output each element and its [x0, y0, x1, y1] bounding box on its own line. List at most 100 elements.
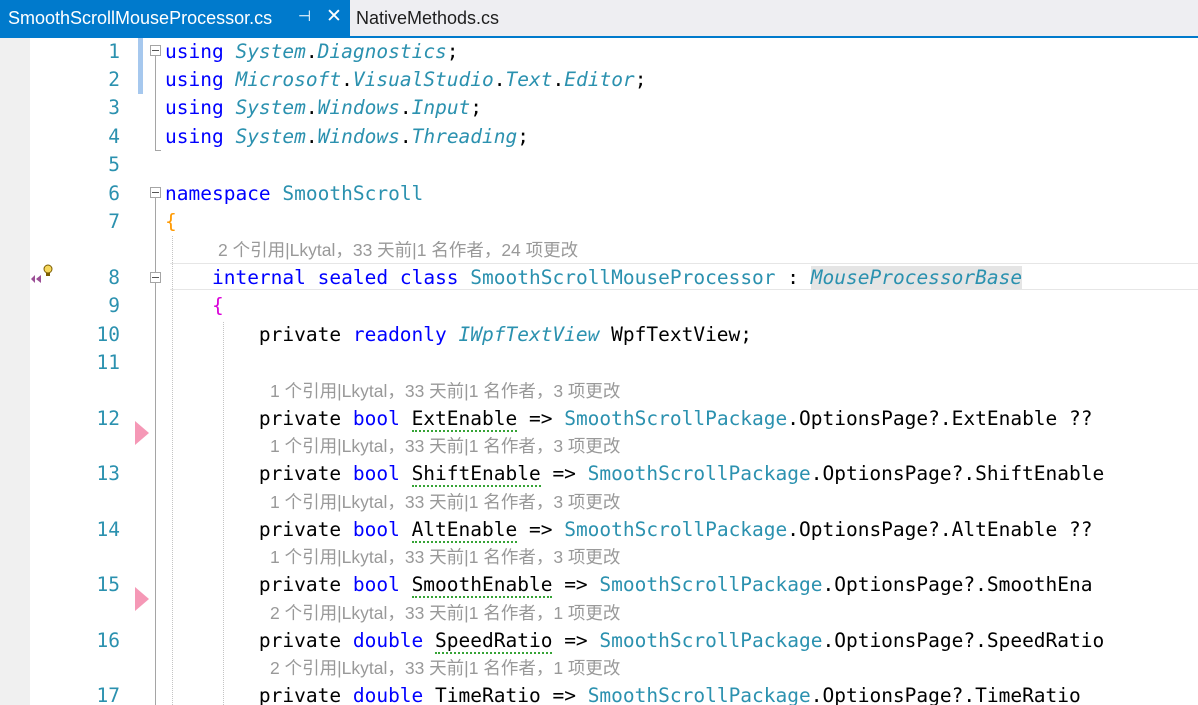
code-line[interactable]: 17 private double TimeRatio => SmoothScr…: [0, 682, 1198, 705]
code-text[interactable]: namespace SmoothScroll: [165, 180, 423, 208]
code-token: private: [165, 518, 353, 541]
code-text[interactable]: private bool ShiftEnable => SmoothScroll…: [165, 460, 1104, 488]
code-line[interactable]: 14 private bool AltEnable => SmoothScrol…: [0, 516, 1198, 544]
tab-label: NativeMethods.cs: [356, 7, 500, 28]
code-token: Input: [411, 96, 471, 119]
line-number: 4: [108, 125, 120, 148]
code-token: ;: [446, 40, 459, 63]
code-token: System: [235, 125, 306, 148]
code-text[interactable]: {: [165, 208, 177, 236]
code-editor[interactable]: 2 个引用|Lkytal，33 天前|1 名作者，24 项更改 1 个引用|Lk…: [0, 38, 1198, 705]
code-token: .: [305, 40, 318, 63]
code-token: using: [165, 96, 224, 119]
code-token: bool: [352, 462, 400, 485]
codelens-line16[interactable]: 2 个引用|Lkytal，33 天前|1 名作者，1 项更改: [270, 599, 620, 627]
code-token: Threading: [411, 125, 518, 148]
code-line[interactable]: 2 using Microsoft.VisualStudio.Text.Edito…: [0, 66, 1198, 94]
code-line[interactable]: 12 private bool ExtEnable => SmoothScrol…: [0, 405, 1198, 433]
code-token: =>: [552, 629, 600, 652]
code-text[interactable]: using System.Diagnostics;: [165, 38, 459, 66]
code-token: ;: [634, 68, 647, 91]
code-token: internal: [211, 266, 306, 289]
tab-smoothscrollmouseprocessor[interactable]: SmoothScrollMouseProcessor.cs ⊣ ✕: [0, 0, 350, 36]
code-token: private: [165, 407, 353, 430]
code-token: private: [165, 629, 353, 652]
line-number: 16: [96, 629, 120, 652]
code-token: double: [352, 684, 424, 705]
code-token: .OptionsPage?.ExtEnable ??: [787, 407, 1093, 430]
code-line[interactable]: 11: [0, 349, 1198, 377]
code-token: private: [165, 684, 353, 705]
code-text[interactable]: private bool ExtEnable => SmoothScrollPa…: [165, 405, 1093, 433]
codelens-line12[interactable]: 1 个引用|Lkytal，33 天前|1 名作者，3 项更改: [270, 377, 620, 405]
line-number: 10: [96, 323, 120, 346]
code-text[interactable]: using System.Windows.Threading;: [165, 123, 529, 151]
pin-icon[interactable]: ⊣: [298, 7, 311, 25]
code-token: private: [165, 573, 353, 596]
code-line[interactable]: 4 using System.Windows.Threading;: [0, 123, 1198, 151]
code-token: SmoothScrollPackage: [599, 629, 823, 652]
code-line[interactable]: 15 private bool SmoothEnable => SmoothSc…: [0, 571, 1198, 599]
code-token: Windows: [317, 96, 400, 119]
code-text[interactable]: private readonly IWpfTextView WpfTextVie…: [165, 321, 752, 349]
codelens-line14[interactable]: 1 个引用|Lkytal，33 天前|1 名作者，3 项更改: [270, 488, 620, 516]
code-line[interactable]: 13 private bool ShiftEnable => SmoothScr…: [0, 460, 1198, 488]
code-token: VisualStudio: [352, 68, 494, 91]
code-token: ShiftEnable: [411, 462, 541, 487]
code-token: =>: [517, 407, 565, 430]
code-token: readonly: [352, 323, 447, 346]
close-icon[interactable]: ✕: [326, 5, 342, 28]
line-number: 12: [96, 407, 120, 430]
code-text[interactable]: {: [165, 292, 224, 320]
codelens-line13[interactable]: 1 个引用|Lkytal，33 天前|1 名作者，3 项更改: [270, 432, 620, 460]
tab-nativemethods[interactable]: NativeMethods.cs: [352, 0, 520, 36]
code-line[interactable]: 5: [0, 151, 1198, 179]
code-token: {: [211, 294, 224, 317]
code-token: TimeRatio: [435, 684, 541, 705]
code-token: Windows: [317, 125, 400, 148]
code-line[interactable]: 7{: [0, 208, 1198, 236]
code-line[interactable]: 1 using System.Diagnostics;: [0, 38, 1198, 66]
code-token: Text: [505, 68, 553, 91]
code-text[interactable]: using System.Windows.Input;: [165, 94, 482, 122]
code-token: System: [235, 96, 306, 119]
code-text[interactable]: internal sealed class SmoothScrollMouseP…: [165, 264, 1023, 292]
code-token: IWpfTextView: [458, 323, 600, 346]
line-number: 5: [108, 153, 120, 176]
code-line[interactable]: 10 private readonly IWpfTextView WpfText…: [0, 321, 1198, 349]
codelens-line17[interactable]: 2 个引用|Lkytal，33 天前|1 名作者，1 项更改: [270, 654, 620, 682]
code-token: MouseProcessorBase: [810, 266, 1023, 289]
code-text[interactable]: using Microsoft.VisualStudio.Text.Editor…: [165, 66, 646, 94]
codelens-line15[interactable]: 1 个引用|Lkytal，33 天前|1 名作者，3 项更改: [270, 543, 620, 571]
codelens-class[interactable]: 2 个引用|Lkytal，33 天前|1 名作者，24 项更改: [218, 236, 578, 264]
code-token: =>: [517, 518, 565, 541]
code-token: bool: [352, 407, 400, 430]
code-text[interactable]: private bool AltEnable => SmoothScrollPa…: [165, 516, 1093, 544]
code-line[interactable]: 6 namespace SmoothScroll: [0, 180, 1198, 208]
code-text[interactable]: private double TimeRatio => SmoothScroll…: [165, 682, 1081, 705]
code-token: .: [341, 68, 353, 91]
code-token: .OptionsPage?.SmoothEna: [822, 573, 1093, 596]
code-line[interactable]: 16 private double SpeedRatio => SmoothSc…: [0, 627, 1198, 655]
code-token: .OptionsPage?.AltEnable ??: [787, 518, 1093, 541]
code-token: class: [399, 266, 459, 289]
code-token: .: [493, 68, 506, 91]
line-number: 3: [108, 96, 120, 119]
code-token: SmoothScrollPackage: [564, 518, 788, 541]
code-line[interactable]: 9 {: [0, 292, 1198, 320]
code-token: double: [352, 629, 424, 652]
code-text[interactable]: private bool SmoothEnable => SmoothScrol…: [165, 571, 1093, 599]
code-line[interactable]: 8 internal sealed class SmoothScrollMous…: [0, 264, 1198, 292]
code-text[interactable]: private double SpeedRatio => SmoothScrol…: [165, 627, 1104, 655]
code-line[interactable]: 3 using System.Windows.Input;: [0, 94, 1198, 122]
code-token: Diagnostics: [317, 40, 447, 63]
code-token: .: [399, 96, 412, 119]
